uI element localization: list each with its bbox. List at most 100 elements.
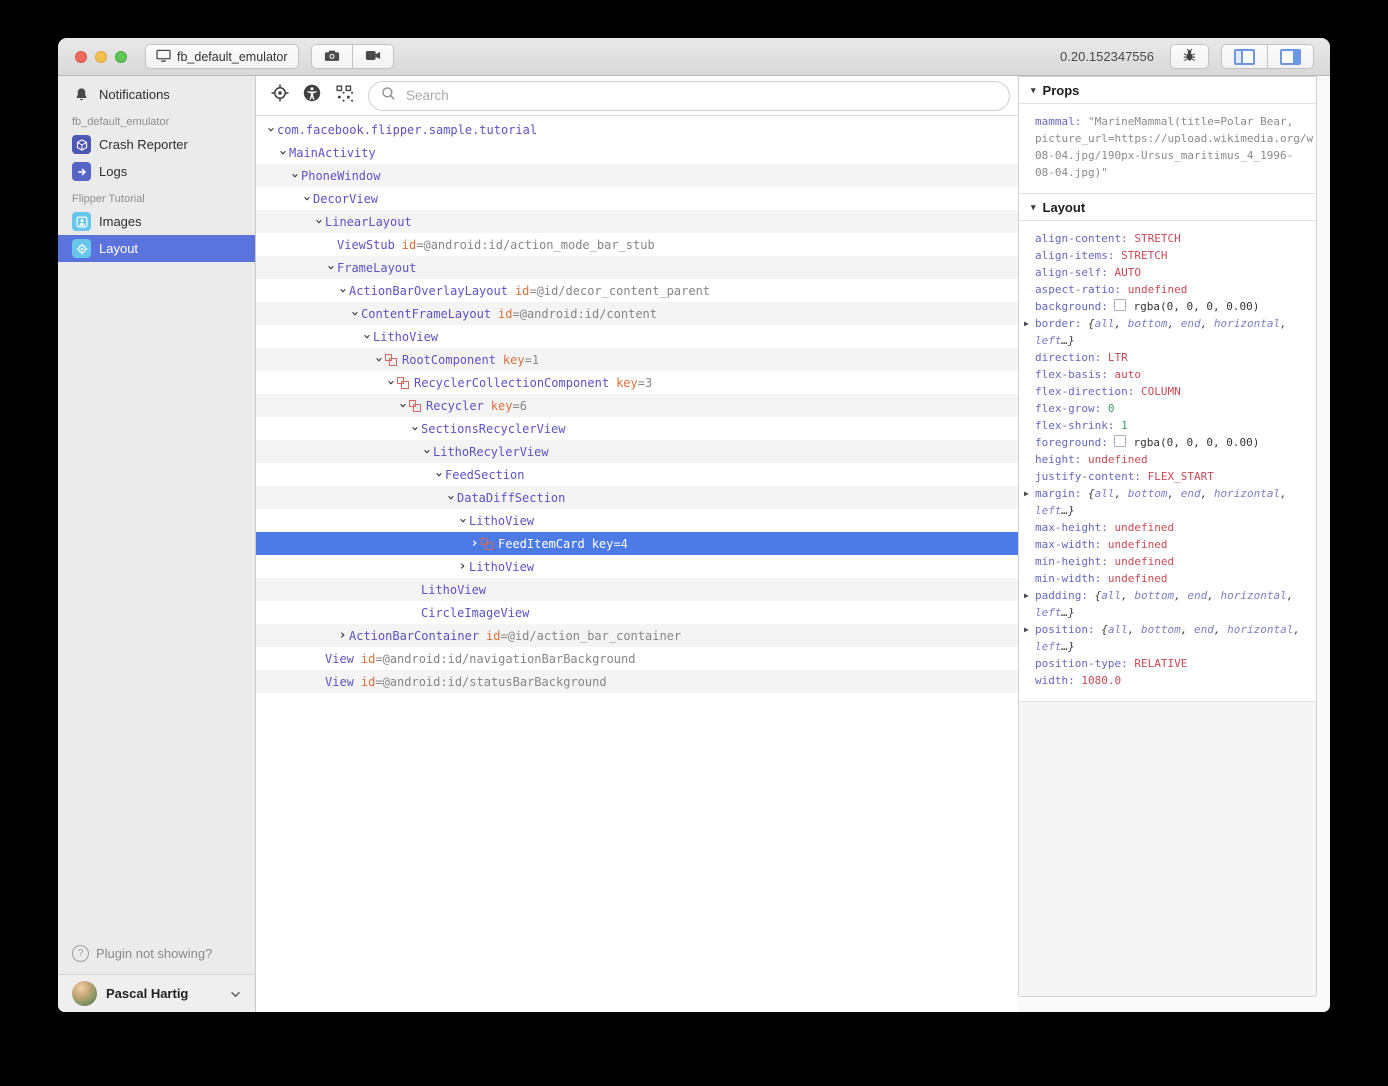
tree-attr-value: =6	[512, 399, 526, 413]
tree-chevron-icon[interactable]: ›	[444, 491, 457, 504]
sidebar-item-notifications[interactable]: Notifications	[58, 81, 255, 108]
tree-chevron-icon[interactable]: ›	[432, 468, 445, 481]
color-swatch[interactable]	[1114, 299, 1126, 311]
tree-chevron-icon[interactable]: ›	[336, 284, 349, 297]
prop-row[interactable]: mammal: "MarineMammal(title=Polar Bear, …	[1019, 113, 1316, 181]
tree-row[interactable]: ›PhoneWindow	[256, 164, 1018, 187]
prop-row[interactable]: direction: LTR	[1019, 349, 1316, 366]
tree-chevron-icon[interactable]: ›	[408, 422, 421, 435]
tree-chevron-icon[interactable]: ›	[420, 445, 433, 458]
prop-row[interactable]: flex-basis: auto	[1019, 366, 1316, 383]
prop-row[interactable]: max-width: undefined	[1019, 536, 1316, 553]
prop-row[interactable]: justify-content: FLEX_START	[1019, 468, 1316, 485]
prop-row[interactable]: background: rgba(0, 0, 0, 0.00)	[1019, 298, 1316, 315]
tree-row[interactable]: ›SectionsRecyclerView	[256, 417, 1018, 440]
tree-chevron-icon[interactable]: ›	[288, 169, 301, 182]
target-mode-button[interactable]	[266, 82, 294, 110]
tree-chevron-icon[interactable]: ›	[348, 307, 361, 320]
prop-row[interactable]: height: undefined	[1019, 451, 1316, 468]
expand-object-icon[interactable]: ▶	[1024, 315, 1029, 332]
tree-chevron-icon[interactable]: ›	[324, 261, 337, 274]
tree-row[interactable]: ›DataDiffSection	[256, 486, 1018, 509]
tree-row[interactable]: ›com.facebook.flipper.sample.tutorial	[256, 118, 1018, 141]
prop-row[interactable]: ▶position: {all, bottom, end, horizontal…	[1019, 621, 1316, 655]
prop-row[interactable]: ▶margin: {all, bottom, end, horizontal, …	[1019, 485, 1316, 519]
prop-row[interactable]: align-content: STRETCH	[1019, 230, 1316, 247]
prop-row[interactable]: max-height: undefined	[1019, 519, 1316, 536]
screenshot-button[interactable]	[311, 44, 353, 69]
tree-chevron-icon[interactable]: ›	[372, 353, 385, 366]
tree-row[interactable]: ›FeedItemCardkey=4	[256, 532, 1018, 555]
prop-row[interactable]: width: 1080.0	[1019, 672, 1316, 689]
tree-row[interactable]: ViewStubid=@android:id/action_mode_bar_s…	[256, 233, 1018, 256]
tree-chevron-icon[interactable]: ›	[276, 146, 289, 159]
tree-row[interactable]: CircleImageView	[256, 601, 1018, 624]
tree-row[interactable]: ›RootComponentkey=1	[256, 348, 1018, 371]
tree-chevron-icon[interactable]: ›	[396, 399, 409, 412]
tree-chevron-icon[interactable]: ›	[300, 192, 313, 205]
tree-row[interactable]: ›FrameLayout	[256, 256, 1018, 279]
sidebar-item-logs[interactable]: Logs	[58, 158, 255, 185]
tree-row[interactable]: ›ContentFrameLayoutid=@android:id/conten…	[256, 302, 1018, 325]
sidebar-item-images[interactable]: Images	[58, 208, 255, 235]
prop-row[interactable]: position-type: RELATIVE	[1019, 655, 1316, 672]
prop-row[interactable]: flex-grow: 0	[1019, 400, 1316, 417]
tree-row[interactable]: Viewid=@android:id/navigationBarBackgrou…	[256, 647, 1018, 670]
device-selector-button[interactable]: fb_default_emulator	[145, 44, 299, 69]
accessibility-mode-button[interactable]	[298, 82, 326, 110]
tree-chevron-icon[interactable]: ›	[456, 560, 469, 573]
screen-record-button[interactable]	[353, 44, 394, 69]
tree-row[interactable]: ›LinearLayout	[256, 210, 1018, 233]
expand-object-icon[interactable]: ▶	[1024, 621, 1029, 638]
toggle-left-sidebar-button[interactable]	[1221, 44, 1268, 69]
prop-row[interactable]: ▶border: {all, bottom, end, horizontal, …	[1019, 315, 1316, 349]
prop-row[interactable]: aspect-ratio: undefined	[1019, 281, 1316, 298]
zoom-window-button[interactable]	[115, 51, 127, 63]
plugin-help-link[interactable]: ? Plugin not showing?	[58, 935, 255, 974]
tree-row[interactable]: ›MainActivity	[256, 141, 1018, 164]
prop-key: flex-basis:	[1035, 368, 1114, 381]
tree-row[interactable]: Viewid=@android:id/statusBarBackground	[256, 670, 1018, 693]
bug-report-button[interactable]	[1170, 44, 1209, 69]
tree-row[interactable]: ›Recyclerkey=6	[256, 394, 1018, 417]
tree-row[interactable]: ›RecyclerCollectionComponentkey=3	[256, 371, 1018, 394]
tree-row[interactable]: ›ActionBarContainerid=@id/action_bar_con…	[256, 624, 1018, 647]
props-section-header[interactable]: ▾ Props	[1019, 77, 1316, 104]
prop-row[interactable]: min-height: undefined	[1019, 553, 1316, 570]
sidebar-item-layout[interactable]: Layout	[58, 235, 255, 262]
expand-object-icon[interactable]: ▶	[1024, 587, 1029, 604]
tree-chevron-icon[interactable]: ›	[312, 215, 325, 228]
tree-chevron-icon[interactable]: ›	[384, 376, 397, 389]
layout-section-header[interactable]: ▾ Layout	[1019, 194, 1316, 221]
tree-row[interactable]: LithoView	[256, 578, 1018, 601]
prop-row[interactable]: align-items: STRETCH	[1019, 247, 1316, 264]
prop-row[interactable]: min-width: undefined	[1019, 570, 1316, 587]
search-input[interactable]	[404, 87, 997, 104]
tree-row[interactable]: ›DecorView	[256, 187, 1018, 210]
prop-row[interactable]: foreground: rgba(0, 0, 0, 0.00)	[1019, 434, 1316, 451]
tree-chevron-icon[interactable]: ›	[360, 330, 373, 343]
user-menu[interactable]: Pascal Hartig	[58, 974, 255, 1012]
tree-chevron-icon[interactable]: ›	[456, 514, 469, 527]
tree-chevron-icon[interactable]: ›	[264, 123, 277, 136]
minimize-window-button[interactable]	[95, 51, 107, 63]
tree-row[interactable]: ›FeedSection	[256, 463, 1018, 486]
tree-row[interactable]: ›LithoView	[256, 509, 1018, 532]
tree-chevron-icon[interactable]: ›	[336, 629, 349, 642]
expand-all-button[interactable]	[330, 82, 358, 110]
tree-row[interactable]: ›LithoRecylerView	[256, 440, 1018, 463]
close-window-button[interactable]	[75, 51, 87, 63]
tree-row[interactable]: ›LithoView	[256, 325, 1018, 348]
prop-key: max-width:	[1035, 538, 1108, 551]
tree-chevron-icon[interactable]: ›	[468, 537, 481, 550]
prop-row[interactable]: flex-direction: COLUMN	[1019, 383, 1316, 400]
sidebar-item-crash-reporter[interactable]: Crash Reporter	[58, 131, 255, 158]
tree-row[interactable]: ›LithoView	[256, 555, 1018, 578]
prop-row[interactable]: align-self: AUTO	[1019, 264, 1316, 281]
tree-row[interactable]: ›ActionBarOverlayLayoutid=@id/decor_cont…	[256, 279, 1018, 302]
prop-row[interactable]: ▶padding: {all, bottom, end, horizontal,…	[1019, 587, 1316, 621]
prop-row[interactable]: flex-shrink: 1	[1019, 417, 1316, 434]
toggle-right-sidebar-button[interactable]	[1268, 44, 1314, 69]
color-swatch[interactable]	[1114, 435, 1126, 447]
expand-object-icon[interactable]: ▶	[1024, 485, 1029, 502]
